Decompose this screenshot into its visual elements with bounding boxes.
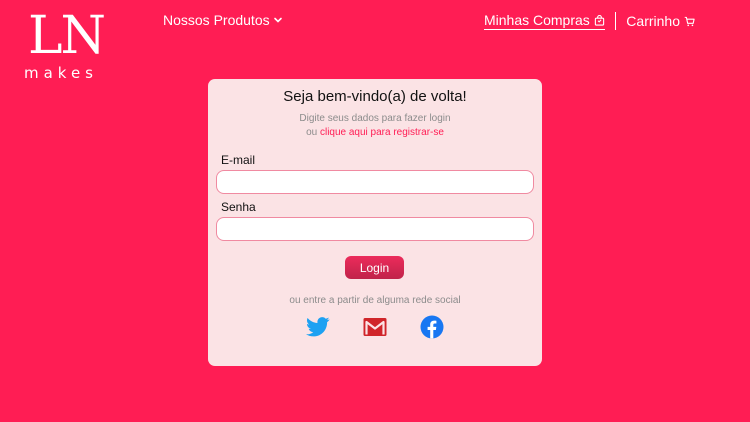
login-card: Seja bem-vindo(a) de volta! Digite seus … <box>208 79 542 366</box>
gmail-icon <box>363 318 387 336</box>
nav-orders-label: Minhas Compras <box>483 12 590 28</box>
twitter-login-button[interactable] <box>305 315 331 339</box>
logo-mark: LN <box>28 6 106 66</box>
gmail-login-button[interactable] <box>362 315 388 339</box>
login-button[interactable]: Login <box>345 256 404 279</box>
login-instructions: Digite seus dados para fazer login <box>299 113 451 124</box>
nav-cart-label: Carrinho <box>626 13 680 29</box>
email-field[interactable] <box>216 170 534 194</box>
nav-cart-link[interactable]: Carrinho <box>626 13 695 29</box>
shopping-bag-icon <box>594 14 604 26</box>
password-label: Senha <box>221 200 256 214</box>
brand-logo[interactable]: LN makes <box>24 6 110 82</box>
register-link[interactable]: clique aqui para registrar-se <box>320 127 444 138</box>
login-subtitle: Digite seus dados para fazer login ou cl… <box>208 112 542 140</box>
nav-orders-link[interactable]: Minhas Compras <box>483 12 605 30</box>
email-label: E-mail <box>221 153 256 167</box>
facebook-icon <box>420 315 444 339</box>
nav-products-label: Nossos Produtos <box>163 12 270 28</box>
logo-subtitle: makes <box>24 64 98 82</box>
login-or-text: ou <box>306 127 318 138</box>
chevron-down-icon <box>273 17 282 23</box>
facebook-login-button[interactable] <box>419 315 445 339</box>
nav-divider <box>614 12 617 30</box>
password-field[interactable] <box>216 217 534 241</box>
login-title: Seja bem-vindo(a) de volta! <box>283 88 467 105</box>
nav-products-dropdown[interactable]: Nossos Produtos <box>163 12 283 28</box>
social-login-text: ou entre a partir de alguma rede social <box>289 295 461 306</box>
nav-right: Minhas Compras Carrinho <box>483 12 695 30</box>
twitter-icon <box>306 317 330 337</box>
cart-icon <box>684 16 695 26</box>
